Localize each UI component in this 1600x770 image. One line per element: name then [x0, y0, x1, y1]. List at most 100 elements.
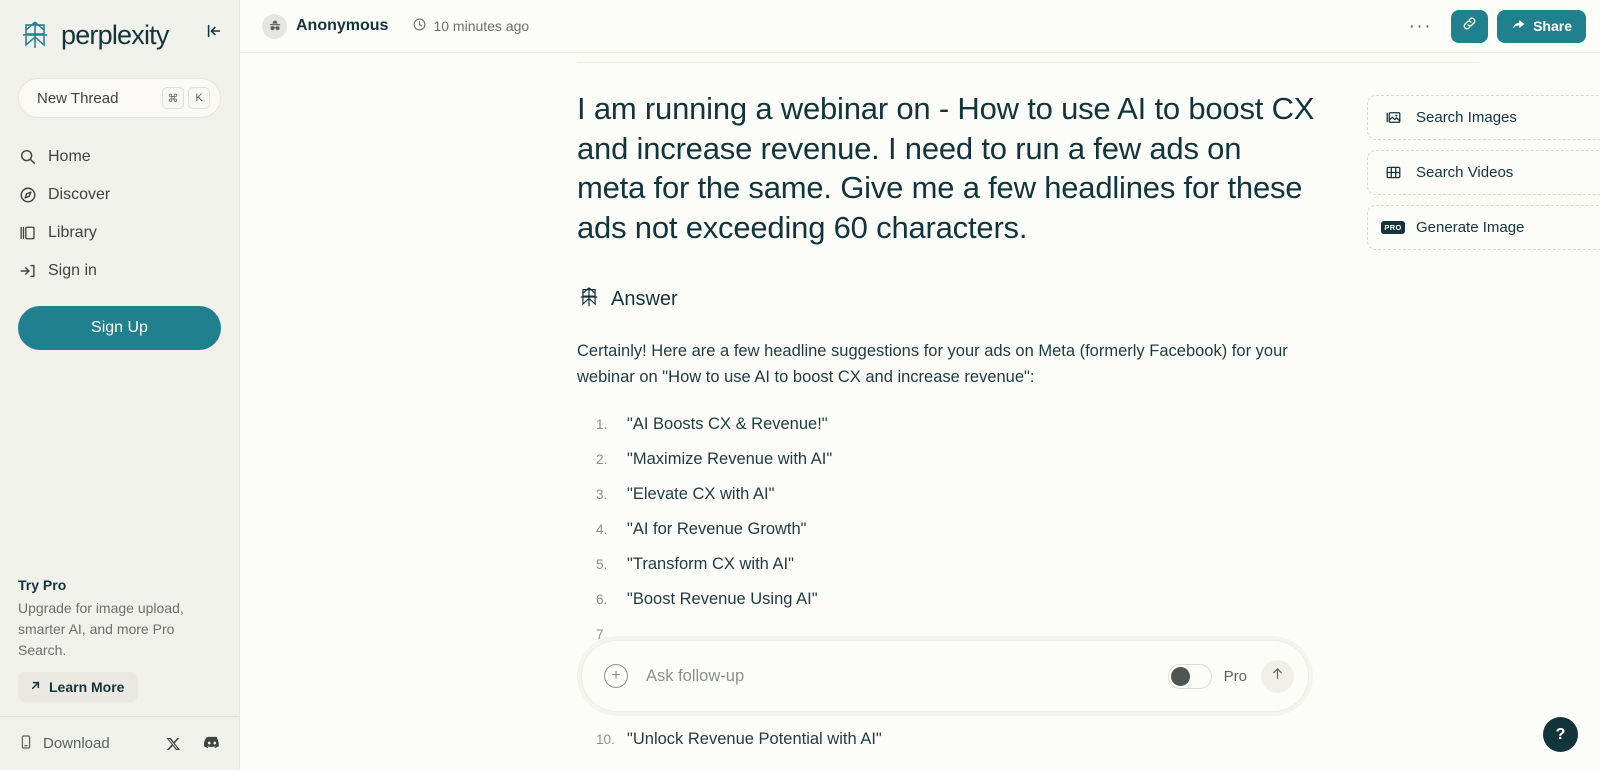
sign-up-button[interactable]: Sign Up	[18, 306, 221, 350]
discord-icon[interactable]	[203, 736, 221, 751]
compass-icon	[18, 186, 37, 205]
action-label: Generate Image	[1416, 219, 1525, 236]
collapse-panel-icon[interactable]	[203, 20, 225, 42]
thread-actions-column: Search Images Search Videos PRO Generate…	[1317, 63, 1600, 757]
main-content: Anonymous 10 minutes ago ··· Share I am …	[240, 0, 1600, 770]
share-label: Share	[1533, 18, 1572, 34]
help-button[interactable]: ?	[1543, 717, 1578, 752]
video-icon	[1384, 164, 1402, 181]
pro-toggle-label: Pro	[1223, 667, 1247, 685]
list-item-text: "AI Boosts CX & Revenue!"	[627, 415, 828, 434]
list-item-number: 2.	[596, 452, 608, 468]
submit-button[interactable]	[1261, 659, 1294, 693]
action-label: Search Images	[1416, 109, 1517, 126]
list-item-text: "Unlock Revenue Potential with AI"	[627, 730, 882, 749]
sidebar-item-label: Sign in	[48, 262, 97, 279]
sidebar-item-label: Home	[48, 148, 91, 165]
follow-up-input[interactable]	[628, 666, 1168, 686]
try-pro-panel: Try Pro Upgrade for image upload, smarte…	[0, 577, 239, 702]
try-pro-title: Try Pro	[18, 577, 67, 593]
list-item-number: 3.	[596, 487, 608, 503]
image-icon	[1384, 109, 1402, 126]
sidebar-item-label: Discover	[48, 186, 111, 203]
download-button[interactable]: Download	[18, 734, 110, 754]
shortcut-modifier-key: ⌘	[162, 87, 184, 109]
list-item-number: 4.	[596, 522, 608, 538]
sidebar-item-sign-in[interactable]: Sign in	[18, 252, 221, 290]
list-item: 10. "Unlock Revenue Potential with AI"	[577, 722, 1317, 757]
list-item-text: "Transform CX with AI"	[627, 555, 794, 574]
sidebar-footer: Download	[0, 716, 239, 770]
search-images-card[interactable]: Search Images	[1367, 95, 1600, 140]
try-pro-description: Upgrade for image upload, smarter AI, an…	[18, 600, 184, 658]
sidebar-item-home[interactable]: Home	[18, 138, 221, 176]
phone-icon	[18, 734, 34, 754]
list-item-text: "Boost Revenue Using AI"	[627, 590, 818, 609]
list-item: 3. "Elevate CX with AI"	[577, 477, 1317, 512]
list-item: 5. "Transform CX with AI"	[577, 547, 1317, 582]
brand-logo[interactable]: perplexity	[18, 14, 221, 56]
top-bar: Anonymous 10 minutes ago ··· Share	[240, 0, 1600, 53]
user-name: Anonymous	[296, 17, 389, 34]
timestamp-label: 10 minutes ago	[433, 18, 530, 34]
follow-up-container: + Pro	[577, 636, 1313, 716]
sidebar-item-discover[interactable]: Discover	[18, 176, 221, 214]
sidebar-nav: Home Discover Library Sign in	[0, 138, 239, 290]
thread-timestamp: 10 minutes ago	[412, 17, 529, 35]
generate-image-card[interactable]: PRO Generate Image	[1367, 205, 1600, 250]
list-item-number: 6.	[596, 592, 608, 608]
sign-up-label: Sign Up	[91, 319, 148, 336]
search-videos-card[interactable]: Search Videos	[1367, 150, 1600, 195]
list-item-number: 5.	[596, 557, 608, 573]
plus-circle-icon[interactable]: +	[604, 664, 628, 688]
new-thread-button[interactable]: New Thread ⌘ K	[18, 78, 221, 118]
list-item: 4. "AI for Revenue Growth"	[577, 512, 1317, 547]
list-item-text: "Elevate CX with AI"	[627, 485, 775, 504]
answer-intro-paragraph: Certainly! Here are a few headline sugge…	[577, 341, 1288, 387]
sign-in-icon	[18, 262, 37, 281]
new-thread-label: New Thread	[37, 89, 119, 107]
list-item: 1. "AI Boosts CX & Revenue!"	[577, 407, 1317, 442]
learn-more-button[interactable]: Learn More	[18, 672, 139, 702]
list-item-text: "AI for Revenue Growth"	[627, 520, 807, 539]
x-twitter-icon[interactable]	[165, 736, 181, 752]
brand-name: perplexity	[61, 19, 169, 50]
list-item: 6. "Boost Revenue Using AI"	[577, 582, 1317, 617]
download-label: Download	[43, 735, 110, 752]
social-links	[165, 736, 221, 752]
answer-label: Answer	[611, 287, 678, 310]
share-button[interactable]: Share	[1497, 9, 1586, 43]
perplexity-star-icon	[577, 285, 601, 314]
question-mark-icon: ?	[1555, 725, 1566, 743]
follow-up-bar[interactable]: + Pro	[581, 640, 1309, 712]
answer-header: Answer	[577, 285, 1317, 314]
action-label: Search Videos	[1416, 164, 1514, 181]
incognito-avatar-icon	[262, 13, 287, 39]
list-item-number: 1.	[596, 417, 608, 433]
pro-toggle[interactable]	[1167, 663, 1212, 689]
list-item: 2. "Maximize Revenue with AI"	[577, 442, 1317, 477]
pro-badge-icon: PRO	[1381, 221, 1405, 234]
sidebar-header: perplexity	[0, 0, 239, 56]
top-bar-actions: ··· Share	[1399, 9, 1586, 43]
pro-toggle-knob	[1170, 666, 1190, 686]
clock-icon	[412, 17, 427, 35]
list-item-text: "Maximize Revenue with AI"	[627, 450, 833, 469]
more-options-button[interactable]: ···	[1399, 17, 1442, 36]
arrow-up-right-icon	[29, 679, 42, 695]
share-arrow-icon	[1511, 17, 1526, 35]
perplexity-app: perplexity New Thread ⌘ K Home Discover …	[0, 0, 1600, 770]
search-icon	[18, 148, 37, 167]
question-title: I am running a webinar on - How to use A…	[577, 91, 1315, 246]
sidebar-item-library[interactable]: Library	[18, 214, 221, 252]
library-icon	[18, 224, 37, 243]
learn-more-label: Learn More	[49, 679, 125, 695]
arrow-up-icon	[1269, 665, 1286, 687]
perplexity-logo-icon	[18, 18, 52, 52]
shortcut-letter-key: K	[188, 87, 210, 109]
copy-link-button[interactable]	[1451, 9, 1489, 43]
link-icon	[1461, 15, 1478, 37]
sidebar: perplexity New Thread ⌘ K Home Discover …	[0, 0, 240, 770]
sidebar-item-label: Library	[48, 224, 97, 241]
